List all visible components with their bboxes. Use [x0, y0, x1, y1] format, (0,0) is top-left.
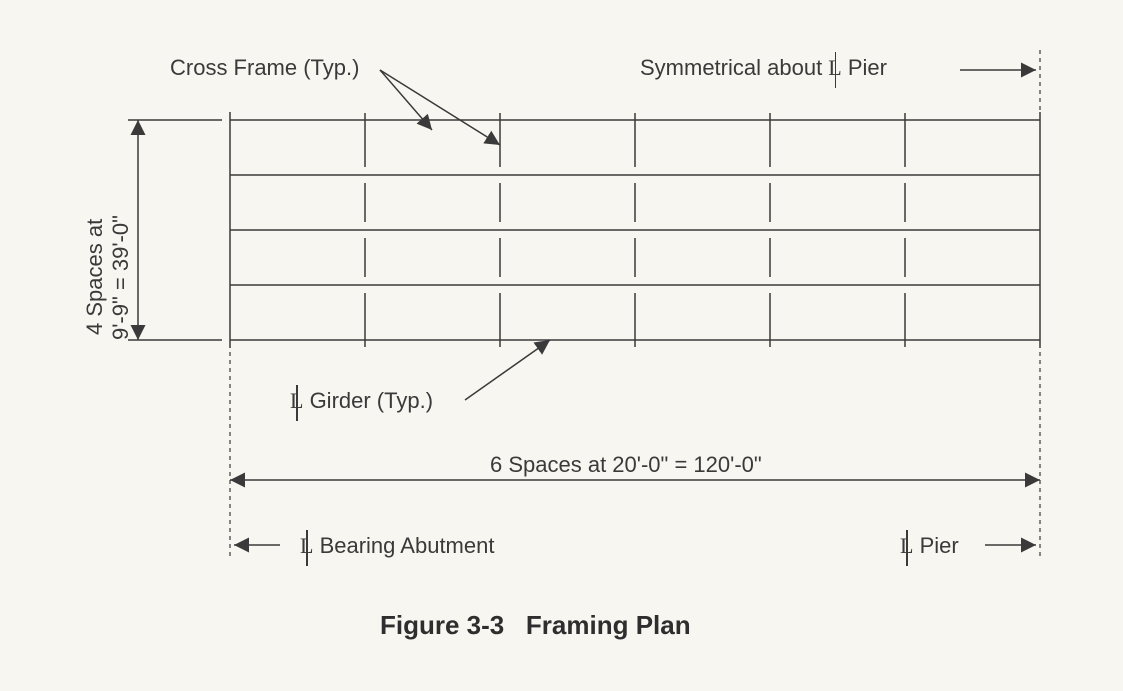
figure-title: Framing Plan: [526, 610, 691, 640]
label-cross-frame: Cross Frame (Typ.): [170, 55, 359, 81]
centerline-icon: L: [900, 533, 913, 559]
label-vertical-dim-2: 9'-9" = 39'-0": [108, 215, 134, 340]
label-symmetrical: Symmetrical about L Pier: [640, 55, 887, 81]
label-symmetrical-pre: Symmetrical about: [640, 55, 828, 80]
label-horizontal-dim: 6 Spaces at 20'-0" = 120'-0": [490, 452, 762, 478]
figure-number: Figure 3-3: [380, 610, 504, 640]
label-pier-post: Pier: [913, 533, 958, 558]
framing-plan-figure: Cross Frame (Typ.) Symmetrical about L P…: [0, 0, 1123, 691]
label-girder: L Girder (Typ.): [290, 388, 433, 414]
centerline-icon: L: [300, 533, 313, 559]
figure-caption: Figure 3-3 Framing Plan: [380, 610, 691, 641]
centerline-icon: L: [290, 388, 303, 414]
diagram-svg: [0, 0, 1123, 691]
label-symmetrical-post: Pier: [842, 55, 887, 80]
label-girder-post: Girder (Typ.): [303, 388, 433, 413]
label-pier: L Pier: [900, 533, 959, 559]
cross-frame-leader: [380, 70, 500, 145]
label-vertical-dim-1: 4 Spaces at: [82, 219, 108, 335]
girder-leader: [465, 340, 550, 400]
label-bearing-abutment: L Bearing Abutment: [300, 533, 494, 559]
vertical-dimension: [128, 120, 222, 340]
centerline-icon: L: [828, 55, 841, 81]
label-bearing-abutment-post: Bearing Abutment: [313, 533, 494, 558]
